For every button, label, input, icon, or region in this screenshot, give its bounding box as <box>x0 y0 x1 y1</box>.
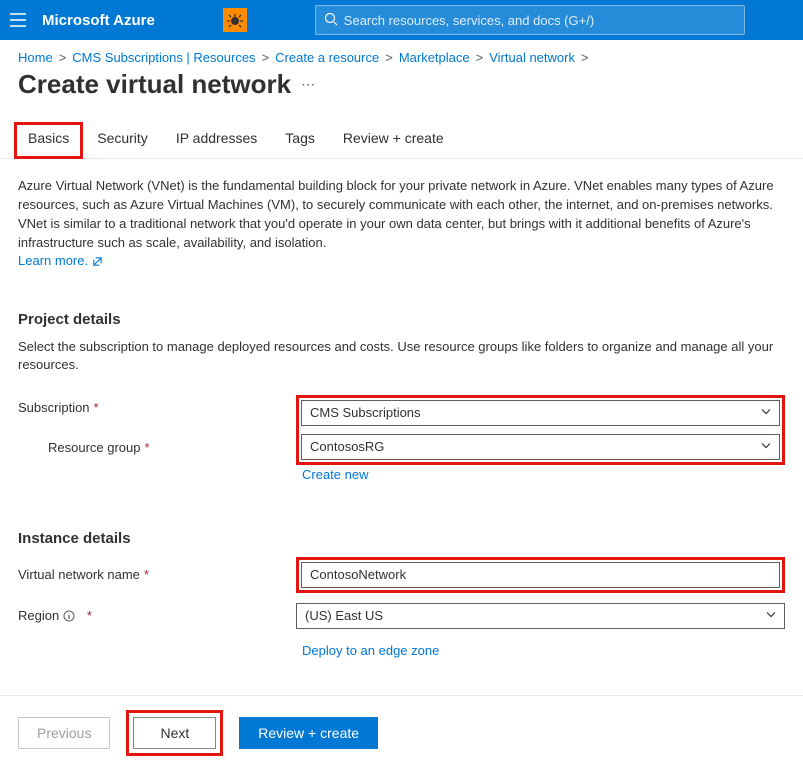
info-icon[interactable] <box>63 610 75 622</box>
global-search[interactable] <box>315 5 745 35</box>
edge-zone-link[interactable]: Deploy to an edge zone <box>302 643 439 658</box>
breadcrumb-home[interactable]: Home <box>18 50 53 65</box>
previous-button: Previous <box>18 717 110 749</box>
azure-header: Microsoft Azure <box>0 0 803 40</box>
subscription-label: Subscription * <box>18 400 296 415</box>
tab-security[interactable]: Security <box>83 122 162 158</box>
vnet-name-label: Virtual network name * <box>18 567 296 582</box>
learn-more-link[interactable]: Learn more. <box>18 253 103 268</box>
footer-actions: Previous Next Review + create <box>0 695 803 770</box>
page-title-row: Create virtual network ⋯ <box>0 69 803 110</box>
subscription-select[interactable]: CMS Subscriptions <box>301 400 780 426</box>
project-details-desc: Select the subscription to manage deploy… <box>18 338 785 374</box>
vnet-name-input[interactable] <box>301 562 780 588</box>
more-icon[interactable]: ⋯ <box>301 76 315 93</box>
review-create-button[interactable]: Review + create <box>239 717 378 749</box>
tabs: Basics Security IP addresses Tags Review… <box>0 122 803 159</box>
vnet-description: Azure Virtual Network (VNet) is the fund… <box>18 177 785 271</box>
brand-title[interactable]: Microsoft Azure <box>42 12 155 29</box>
search-input[interactable] <box>344 13 736 28</box>
form-body: Azure Virtual Network (VNet) is the fund… <box>0 159 803 738</box>
tab-basics[interactable]: Basics <box>14 122 83 159</box>
chevron-right-icon: > <box>385 50 393 65</box>
search-icon <box>324 12 338 29</box>
tabs-area: Basics Security IP addresses Tags Review… <box>0 110 803 159</box>
breadcrumb-subscriptions[interactable]: CMS Subscriptions | Resources <box>72 50 255 65</box>
highlight-box-vnet-name <box>296 557 785 593</box>
tab-ip-addresses[interactable]: IP addresses <box>162 122 271 158</box>
breadcrumb-virtual-network[interactable]: Virtual network <box>489 50 575 65</box>
page-title: Create virtual network <box>18 69 291 100</box>
resource-group-label: Resource group * <box>18 440 296 455</box>
resource-group-select[interactable]: ContososRG <box>301 434 780 460</box>
create-new-link[interactable]: Create new <box>302 467 368 482</box>
hamburger-icon[interactable] <box>8 10 28 30</box>
bug-icon[interactable] <box>223 8 247 32</box>
chevron-right-icon: > <box>59 50 67 65</box>
breadcrumb-marketplace[interactable]: Marketplace <box>399 50 470 65</box>
next-button[interactable]: Next <box>133 717 216 749</box>
highlight-box-subscription-group: CMS Subscriptions ContososRG <box>296 395 785 465</box>
instance-details-heading: Instance details <box>18 530 785 547</box>
project-details-heading: Project details <box>18 311 785 328</box>
chevron-right-icon: > <box>581 50 589 65</box>
chevron-right-icon: > <box>476 50 484 65</box>
breadcrumb-create-resource[interactable]: Create a resource <box>275 50 379 65</box>
region-select[interactable]: (US) East US <box>296 603 785 629</box>
chevron-right-icon: > <box>262 50 270 65</box>
breadcrumb: Home > CMS Subscriptions | Resources > Cre… <box>0 40 803 69</box>
tab-tags[interactable]: Tags <box>271 122 329 158</box>
highlight-box-next: Next <box>126 710 223 756</box>
tab-review-create[interactable]: Review + create <box>329 122 458 158</box>
vnet-description-text: Azure Virtual Network (VNet) is the fund… <box>18 178 774 250</box>
region-label: Region * <box>18 608 296 623</box>
